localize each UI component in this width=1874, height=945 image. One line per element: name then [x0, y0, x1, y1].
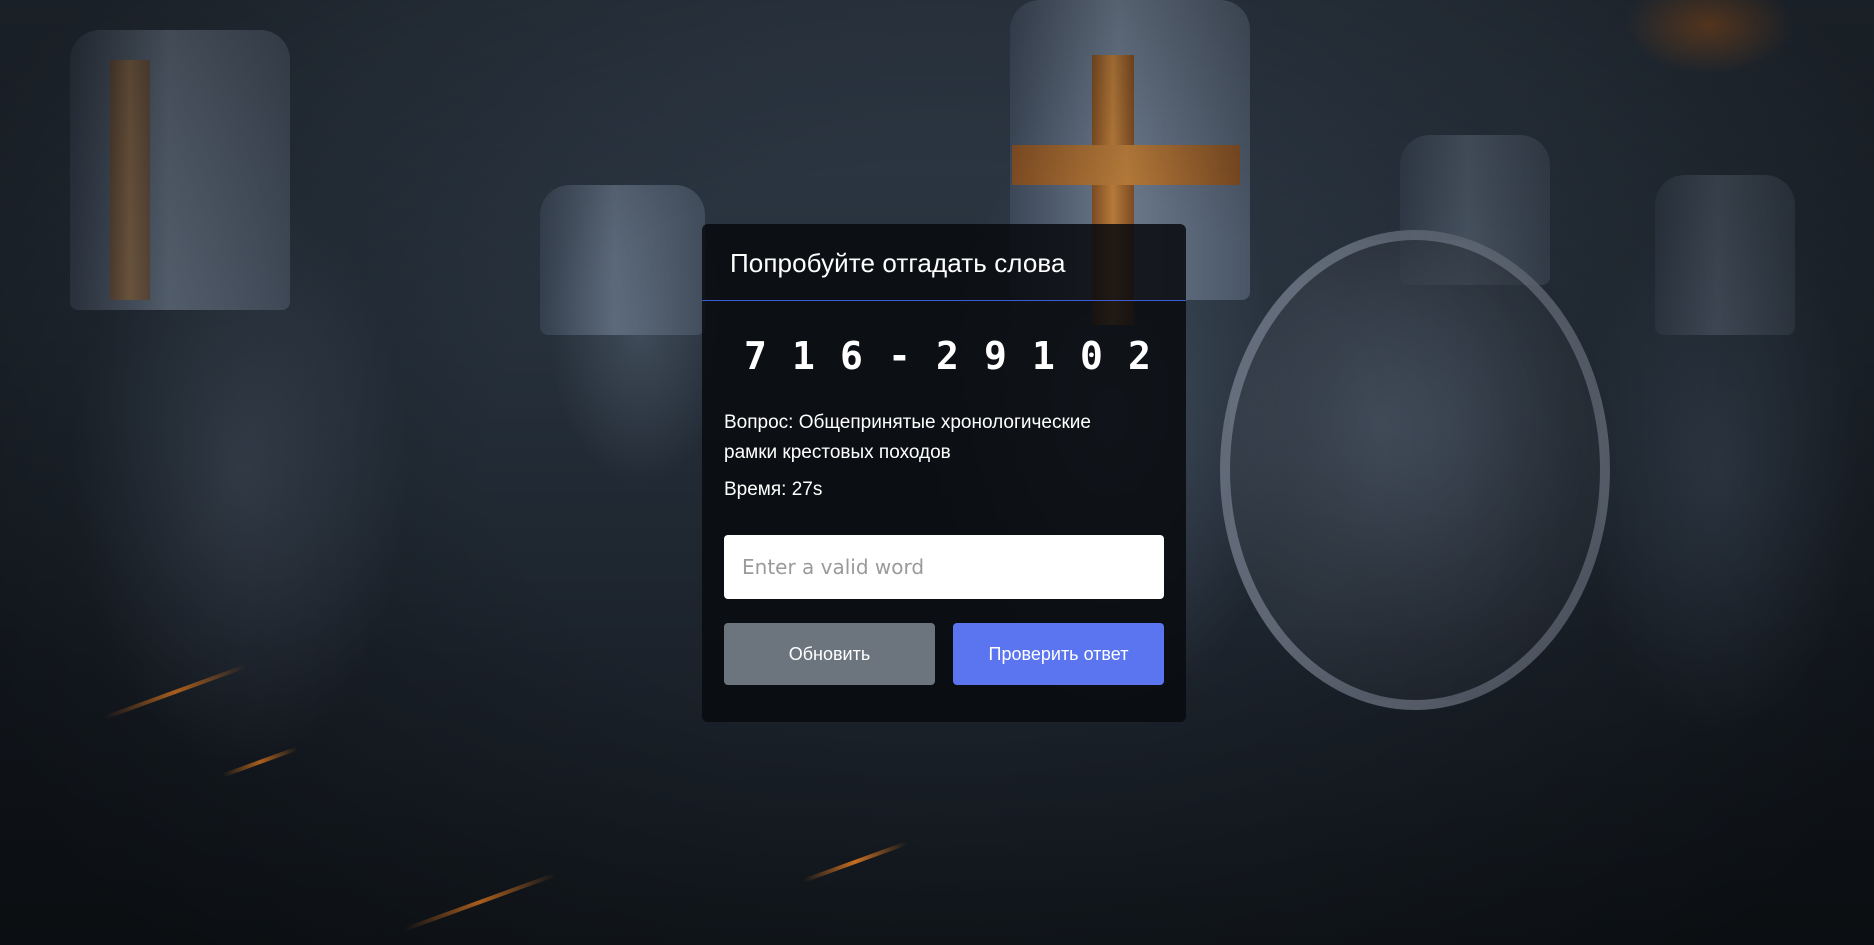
card-title: Попробуйте отгадать слова	[702, 224, 1186, 301]
code-char: 7	[744, 334, 767, 378]
code-char: 2	[936, 334, 959, 378]
timer-text: Время: 27s	[724, 479, 823, 500]
question-text: Вопрос: Общепринятые хронологические рам…	[724, 412, 1091, 463]
code-char: 6	[840, 334, 863, 378]
code-char: 1	[792, 334, 815, 378]
code-display: 7 1 6 - 2 9 1 0 2	[702, 332, 1186, 380]
refresh-button[interactable]: Обновить	[724, 623, 935, 685]
code-char: 1	[1032, 334, 1055, 378]
guess-word-card: Попробуйте отгадать слова 7 1 6 - 2 9 1 …	[702, 224, 1186, 722]
code-char: 9	[984, 334, 1007, 378]
code-char: 0	[1080, 334, 1103, 378]
check-answer-button[interactable]: Проверить ответ	[953, 623, 1164, 685]
answer-input[interactable]	[724, 535, 1164, 599]
code-char: 2	[1128, 334, 1151, 378]
code-char: -	[888, 334, 911, 378]
